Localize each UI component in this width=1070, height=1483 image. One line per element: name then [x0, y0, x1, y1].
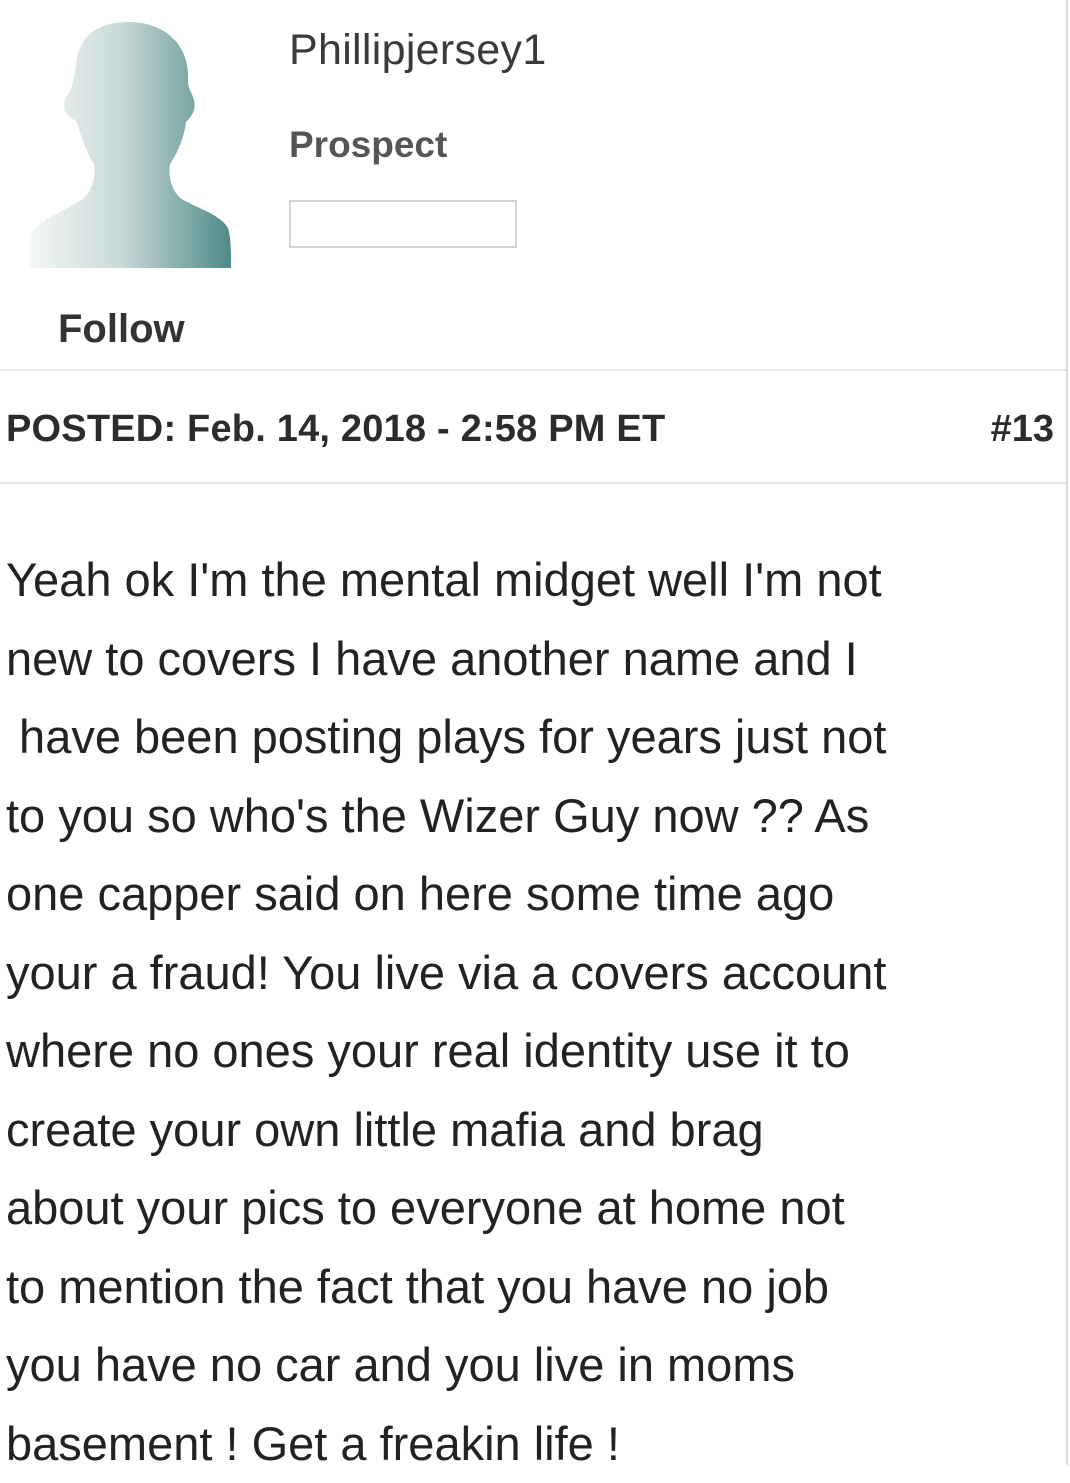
post-number-link[interactable]: #13 [991, 408, 1054, 451]
post-body-line: your a fraud! You live via a covers acco… [6, 934, 1056, 1013]
post-body-line: have been posting plays for years just n… [6, 698, 1056, 777]
forum-post: Phillipjersey1 Prospect Follow POSTED: F… [0, 0, 1068, 1465]
user-silhouette-icon [28, 18, 233, 270]
divider [0, 369, 1066, 371]
post-body-line: new to covers I have another name and I [6, 620, 1056, 699]
user-avatar-icon[interactable] [28, 18, 233, 270]
post-body-line: you have no car and you live in moms [6, 1326, 1056, 1405]
rank-progress-box [289, 200, 517, 248]
post-body: Yeah ok I'm the mental midget well I'm n… [6, 541, 1056, 1483]
post-body-line: where no ones your real identity use it … [6, 1012, 1056, 1091]
follow-button[interactable]: Follow [58, 307, 185, 352]
post-body-line: about your pics to everyone at home not [6, 1169, 1056, 1248]
post-body-line: one capper said on here some time ago [6, 855, 1056, 934]
post-body-line: basement ! Get a freakin life ! [6, 1405, 1056, 1483]
post-body-line: create your own little mafia and brag [6, 1091, 1056, 1170]
divider [0, 482, 1066, 484]
user-rank: Prospect [289, 124, 447, 166]
post-body-line: Yeah ok I'm the mental midget well I'm n… [6, 541, 1056, 620]
post-body-line: to mention the fact that you have no job [6, 1248, 1056, 1327]
username[interactable]: Phillipjersey1 [289, 26, 547, 75]
post-timestamp: POSTED: Feb. 14, 2018 - 2:58 PM ET [6, 408, 665, 451]
post-body-line: to you so who's the Wizer Guy now ?? As [6, 777, 1056, 856]
